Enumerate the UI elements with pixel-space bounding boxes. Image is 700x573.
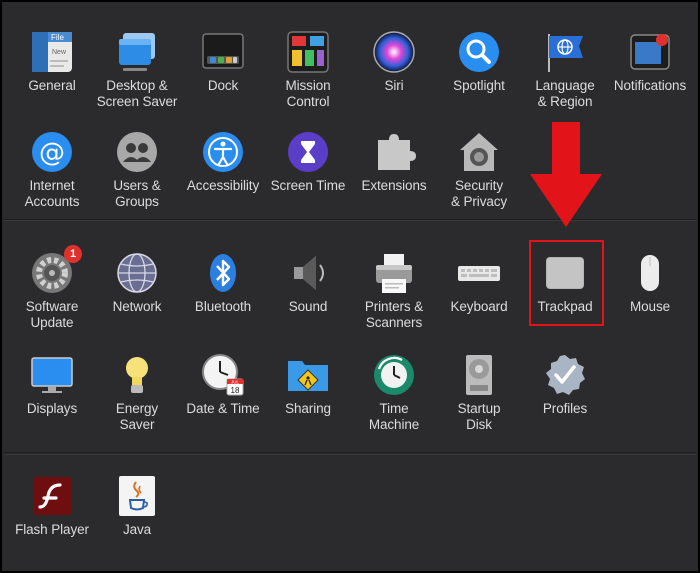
speaker-icon: [286, 251, 330, 295]
accessibility-icon: [201, 130, 245, 174]
pref-displays[interactable]: Displays: [9, 353, 95, 417]
time-machine-icon: [372, 353, 416, 397]
pref-label: Sharing: [285, 401, 331, 416]
sharing-folder-icon: [286, 353, 330, 397]
pref-label: Internet Accounts: [24, 178, 80, 209]
lightbulb-icon: [115, 353, 159, 397]
pref-internet-accounts[interactable]: @ Internet Accounts: [9, 130, 95, 209]
pref-label: Screen Time: [270, 178, 346, 193]
pref-language-region[interactable]: Language & Region: [522, 30, 608, 109]
language-flag-icon: [543, 30, 587, 74]
spotlight-icon: [457, 30, 501, 74]
pref-label: Energy Saver: [115, 401, 159, 432]
pref-users-groups[interactable]: Users & Groups: [94, 130, 180, 209]
pref-profiles[interactable]: Profiles: [522, 353, 608, 417]
pref-label: Sound: [288, 299, 328, 314]
bluetooth-icon: [201, 251, 245, 295]
disk-icon: [457, 353, 501, 397]
pref-screen-time[interactable]: Screen Time: [265, 130, 351, 194]
pref-mouse[interactable]: Mouse: [607, 251, 693, 315]
pref-label: Users & Groups: [113, 178, 161, 209]
dock-icon: [201, 30, 245, 74]
system-preferences-window: File New General Desktop & Screen Saver: [0, 0, 700, 573]
mission-control-icon: [286, 30, 330, 74]
pref-label: Accessibility: [186, 178, 260, 193]
pref-label: Extensions: [361, 178, 427, 193]
pref-label: Mission Control: [285, 78, 331, 109]
pref-keyboard[interactable]: Keyboard: [436, 251, 522, 315]
pref-label: Software Update: [25, 299, 79, 330]
pref-sharing[interactable]: Sharing: [265, 353, 351, 417]
pref-general[interactable]: File New General: [9, 30, 95, 94]
pref-energy-saver[interactable]: Energy Saver: [94, 353, 180, 432]
svg-text:New: New: [52, 49, 67, 56]
pref-desktop-screen-saver[interactable]: Desktop & Screen Saver: [94, 30, 180, 109]
clock-calendar-icon: JUL 18: [201, 353, 245, 397]
svg-text:JUL: JUL: [231, 380, 239, 385]
pref-label: Network: [112, 299, 162, 314]
printer-icon: [372, 251, 416, 295]
general-icon: File New: [30, 30, 74, 74]
pref-extensions[interactable]: Extensions: [351, 130, 437, 194]
pref-java[interactable]: Java: [94, 474, 180, 538]
siri-icon: [372, 30, 416, 74]
pref-startup-disk[interactable]: Startup Disk: [436, 353, 522, 432]
pref-accessibility[interactable]: Accessibility: [180, 130, 266, 194]
pref-label: General: [28, 78, 76, 93]
pref-dock[interactable]: Dock: [180, 30, 266, 94]
pref-label: Profiles: [542, 401, 588, 416]
pref-label: Spotlight: [453, 78, 505, 93]
pref-mission-control[interactable]: Mission Control: [265, 30, 351, 109]
pref-printers-scanners[interactable]: Printers & Scanners: [351, 251, 437, 330]
pref-label: Bluetooth: [194, 299, 252, 314]
at-sign-icon: @: [30, 130, 74, 174]
house-lock-icon: [457, 130, 501, 174]
pref-sound[interactable]: Sound: [265, 251, 351, 315]
pref-siri[interactable]: Siri: [351, 30, 437, 94]
notifications-icon: [628, 30, 672, 74]
pref-label: Mouse: [629, 299, 671, 314]
desktop-icon: [115, 30, 159, 74]
pref-label: Notifications: [613, 78, 687, 93]
java-icon: [115, 474, 159, 518]
display-icon: [30, 353, 74, 397]
trackpad-highlight-box: [529, 240, 604, 326]
pref-date-time[interactable]: JUL 18 Date & Time: [180, 353, 266, 417]
mouse-icon: [628, 251, 672, 295]
profiles-badge-icon: [543, 353, 587, 397]
globe-icon: [115, 251, 159, 295]
puzzle-icon: [372, 130, 416, 174]
pref-bluetooth[interactable]: Bluetooth: [180, 251, 266, 315]
pref-label: Flash Player: [15, 522, 89, 537]
pref-network[interactable]: Network: [94, 251, 180, 315]
pref-label: Dock: [207, 78, 239, 93]
pref-label: Language & Region: [535, 78, 595, 109]
pref-time-machine[interactable]: Time Machine: [351, 353, 437, 432]
pref-label: Printers & Scanners: [364, 299, 424, 330]
pref-spotlight[interactable]: Spotlight: [436, 30, 522, 94]
update-count-badge: 1: [64, 245, 82, 263]
users-icon: [115, 130, 159, 174]
red-down-arrow-icon: [530, 122, 602, 227]
pref-label: Java: [122, 522, 152, 537]
pref-label: Displays: [26, 401, 78, 416]
pref-label: Security & Privacy: [450, 178, 508, 209]
pref-security-privacy[interactable]: Security & Privacy: [436, 130, 522, 209]
pref-label: Startup Disk: [457, 401, 501, 432]
pref-label: Time Machine: [368, 401, 420, 432]
pref-flash-player[interactable]: Flash Player: [9, 474, 95, 538]
pref-label: Keyboard: [450, 299, 508, 314]
hourglass-icon: [286, 130, 330, 174]
svg-text:File: File: [51, 33, 64, 42]
svg-text:@: @: [39, 138, 65, 168]
flash-icon: [30, 474, 74, 518]
svg-text:18: 18: [231, 386, 240, 395]
pref-label: Siri: [384, 78, 404, 93]
pref-label: Desktop & Screen Saver: [96, 78, 178, 109]
gear-icon: 1: [30, 245, 82, 295]
pref-notifications[interactable]: Notifications: [607, 30, 693, 94]
keyboard-icon: [457, 251, 501, 295]
pref-software-update[interactable]: 1 Software Update: [9, 245, 95, 330]
pref-label: Date & Time: [186, 401, 260, 416]
